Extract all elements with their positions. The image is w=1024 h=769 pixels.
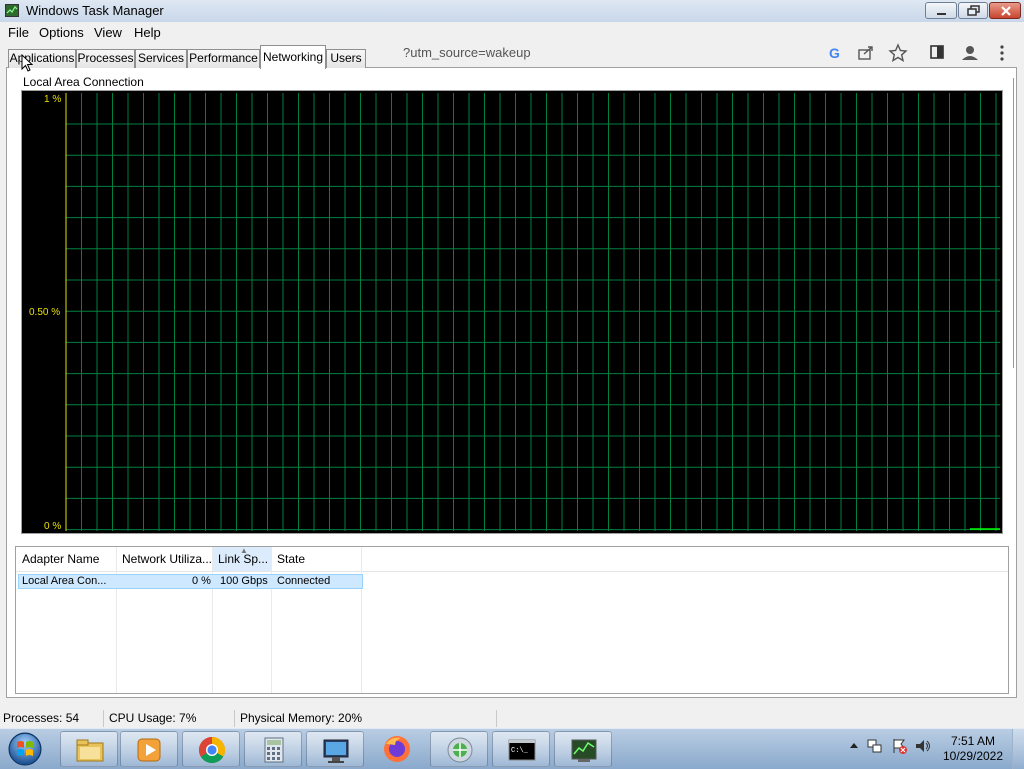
adapter-list: Adapter Name Network Utiliza... Link Sp.… xyxy=(15,546,1009,694)
system-tray xyxy=(840,737,940,761)
cell-utilization: 0 % xyxy=(192,575,211,587)
status-bar: Processes: 54 CPU Usage: 7% Physical Mem… xyxy=(0,708,1024,728)
calculator-icon xyxy=(264,737,284,763)
tab-applications[interactable]: Applications xyxy=(8,49,76,68)
menu-help[interactable]: Help xyxy=(134,25,161,40)
restore-icon xyxy=(967,5,980,16)
taskbar-firefox[interactable] xyxy=(368,731,426,767)
taskbar-cmd[interactable]: C:\_ xyxy=(492,731,550,767)
adapter-list-header: Adapter Name Network Utiliza... Link Sp.… xyxy=(16,546,1008,572)
graph-title: Local Area Connection xyxy=(23,75,146,89)
action-center-icon[interactable] xyxy=(890,737,908,755)
close-button[interactable] xyxy=(989,2,1021,19)
task-manager-icon xyxy=(571,739,597,762)
start-button[interactable] xyxy=(3,731,47,767)
column-network-utilization[interactable]: Network Utiliza... xyxy=(116,547,212,571)
show-hidden-icons-icon[interactable] xyxy=(845,737,863,755)
y-label-top: 1 % xyxy=(44,94,62,105)
title-bar: Windows Task Manager xyxy=(0,0,1024,23)
tab-performance[interactable]: Performance xyxy=(187,49,260,68)
cell-adapter-name: Local Area Con... xyxy=(22,575,107,587)
tab-networking[interactable]: Networking xyxy=(260,45,326,69)
status-memory: Physical Memory: 20% xyxy=(240,711,363,725)
windows-explorer-icon xyxy=(76,739,104,762)
y-label-bottom: 0 % xyxy=(44,521,62,532)
cmd-icon: C:\_ xyxy=(508,739,536,761)
clock-time: 7:51 AM xyxy=(950,734,996,748)
menu-file[interactable]: File xyxy=(8,25,29,40)
tab-users[interactable]: Users xyxy=(326,49,366,68)
network-graph: 1 % 0.50 % 0 % xyxy=(21,90,1003,534)
task-manager-app-icon xyxy=(5,4,19,17)
menu-options[interactable]: Options xyxy=(39,25,84,40)
show-desktop-button[interactable] xyxy=(1012,729,1024,769)
network-status-icon[interactable] xyxy=(866,737,884,755)
column-state[interactable]: State xyxy=(271,547,361,571)
mouse-cursor-icon xyxy=(21,54,33,72)
taskbar: C:\_ 7:51 AM 10/29/2022 xyxy=(0,728,1024,769)
menu-view[interactable]: View xyxy=(94,25,122,40)
taskbar-calculator[interactable] xyxy=(244,731,302,767)
minimize-icon xyxy=(937,13,946,15)
window-title: Windows Task Manager xyxy=(26,3,164,18)
taskbar-computer[interactable] xyxy=(306,731,364,767)
computer-icon xyxy=(323,739,349,763)
taskbar-explorer[interactable] xyxy=(60,731,118,767)
cell-link-speed: 100 Gbps xyxy=(220,575,268,587)
minimize-button[interactable] xyxy=(925,2,957,19)
cell-state: Connected xyxy=(277,575,331,587)
chrome-icon xyxy=(198,736,226,764)
tab-strip: Applications Processes Services Performa… xyxy=(0,44,1024,69)
media-player-icon xyxy=(137,738,161,762)
status-processes: Processes: 54 xyxy=(3,711,80,725)
y-label-mid: 0.50 % xyxy=(29,307,61,318)
volume-icon[interactable] xyxy=(914,737,932,755)
firefox-icon xyxy=(384,736,410,762)
network-icon xyxy=(447,737,473,763)
svg-text:C:\_: C:\_ xyxy=(511,747,529,755)
tab-processes[interactable]: Processes xyxy=(76,49,135,68)
restore-button[interactable] xyxy=(958,2,988,19)
status-cpu: CPU Usage: 7% xyxy=(109,711,197,725)
taskbar-clock[interactable]: 7:51 AM 10/29/2022 xyxy=(938,734,1008,764)
network-graph-canvas xyxy=(65,93,1000,531)
menu-bar: File Options View Help xyxy=(0,22,1024,42)
taskbar-media-player[interactable] xyxy=(120,731,178,767)
taskbar-chrome[interactable] xyxy=(182,731,240,767)
vertical-scrollbar[interactable] xyxy=(1012,70,1020,370)
column-adapter-name[interactable]: Adapter Name xyxy=(16,547,116,571)
sort-ascending-icon: ▲ xyxy=(240,546,248,555)
close-icon xyxy=(1001,6,1011,16)
tab-services[interactable]: Services xyxy=(135,49,187,68)
clock-date: 10/29/2022 xyxy=(942,749,1004,763)
taskbar-task-manager[interactable] xyxy=(554,731,612,767)
taskbar-network[interactable] xyxy=(430,731,488,767)
